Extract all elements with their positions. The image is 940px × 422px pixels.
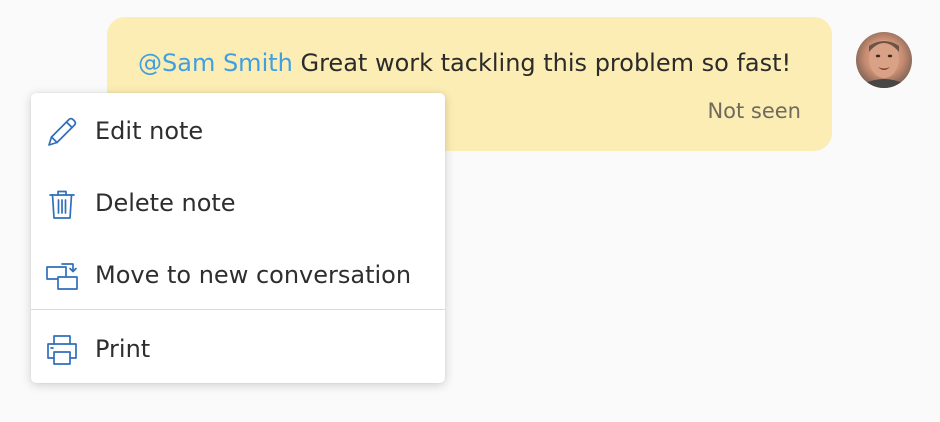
note-message: Great work tackling this problem so fast… bbox=[292, 49, 792, 77]
read-status: Not seen bbox=[707, 99, 801, 123]
user-photo-icon bbox=[856, 40, 912, 88]
menu-item-label: Delete note bbox=[95, 189, 236, 217]
trash-icon bbox=[45, 187, 79, 221]
menu-item-label: Print bbox=[95, 335, 151, 363]
mention-link[interactable]: @Sam Smith bbox=[138, 49, 293, 77]
note-context-menu: Edit note Delete note Move to new conver bbox=[31, 93, 445, 383]
menu-item-print[interactable]: Print bbox=[31, 313, 445, 385]
menu-item-label: Move to new conversation bbox=[95, 261, 412, 289]
pencil-icon bbox=[45, 115, 79, 149]
avatar[interactable] bbox=[856, 32, 912, 88]
menu-divider bbox=[31, 309, 445, 310]
printer-icon bbox=[45, 333, 79, 367]
move-conversation-icon bbox=[45, 259, 79, 293]
note-text: @Sam Smith Great work tackling this prob… bbox=[138, 47, 791, 79]
menu-item-edit-note[interactable]: Edit note bbox=[31, 95, 445, 167]
menu-item-delete-note[interactable]: Delete note bbox=[31, 167, 445, 239]
menu-item-label: Edit note bbox=[95, 117, 204, 145]
menu-item-move-to-new-conversation[interactable]: Move to new conversation bbox=[31, 239, 445, 311]
